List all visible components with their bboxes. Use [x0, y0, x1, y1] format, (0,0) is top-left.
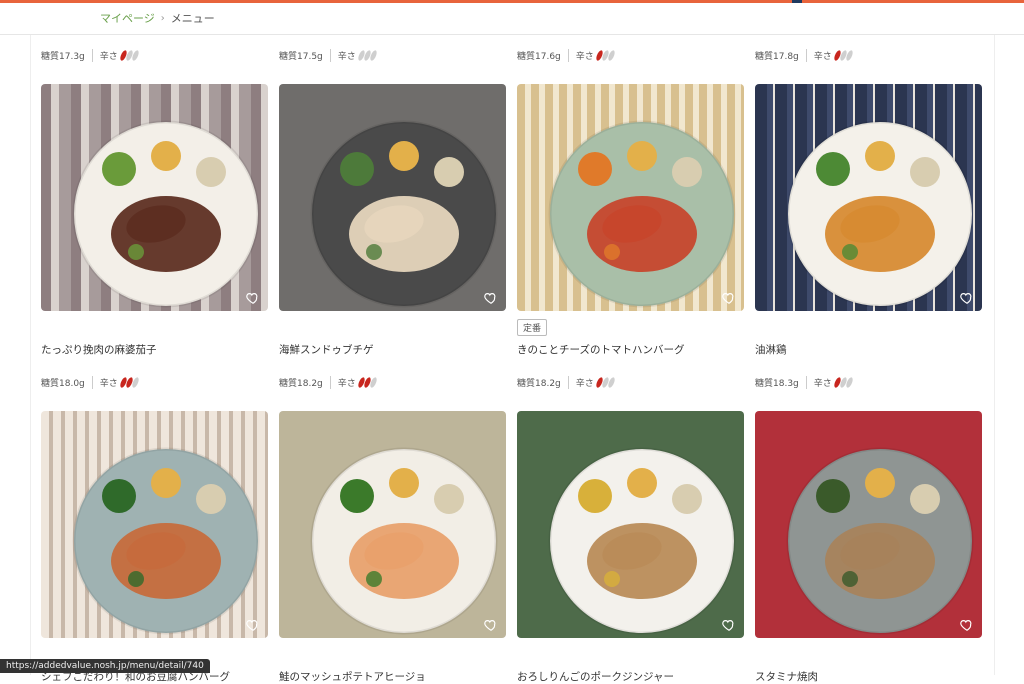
sugar-value: 糖質18.2g: [517, 375, 569, 389]
sugar-value: 糖質17.5g: [279, 48, 331, 62]
spice-label: 辛さ: [575, 51, 594, 62]
menu-card[interactable]: 糖質18.2g 辛さ おろしりんごのポークジンジャー: [517, 374, 745, 684]
spice-label: 辛さ: [337, 378, 356, 389]
favorite-heart-icon[interactable]: [722, 291, 736, 305]
favorite-heart-icon[interactable]: [960, 618, 974, 632]
top-bar-mark: [792, 0, 802, 3]
menu-name[interactable]: 油淋鶏: [755, 342, 787, 357]
spice-level: [357, 48, 378, 62]
top-accent-bar: [0, 0, 1024, 3]
spice-level: [119, 375, 140, 389]
menu-name[interactable]: スタミナ焼肉: [755, 669, 818, 684]
food-image: [548, 120, 736, 308]
menu-name[interactable]: おろしりんごのポークジンジャー: [517, 669, 674, 684]
menu-name[interactable]: 海鮮スンドゥブチゲ: [279, 342, 374, 357]
sugar-value: 糖質17.6g: [517, 48, 569, 62]
menu-meta: 糖質18.2g 辛さ: [279, 374, 378, 390]
spice-label: 辛さ: [337, 51, 356, 62]
favorite-heart-icon[interactable]: [722, 618, 736, 632]
menu-meta: 糖質18.0g 辛さ: [41, 374, 140, 390]
spice-level: [595, 48, 616, 62]
menu-meta: 糖質18.2g 辛さ: [517, 374, 616, 390]
favorite-heart-icon[interactable]: [484, 618, 498, 632]
favorite-heart-icon[interactable]: [246, 618, 260, 632]
spice-level: [833, 48, 854, 62]
spice-level: [357, 375, 378, 389]
spice-level: [595, 375, 616, 389]
menu-card[interactable]: 糖質18.3g 辛さ スタミナ焼肉: [755, 374, 983, 684]
menu-card[interactable]: 糖質18.2g 辛さ 鮭のマッシュポテトアヒージョ: [279, 374, 507, 684]
spice-level: [833, 375, 854, 389]
menu-card[interactable]: 糖質17.5g 辛さ 海鮮スンドゥブチゲ: [279, 47, 507, 357]
menu-photo[interactable]: [517, 411, 744, 638]
menu-meta: 糖質17.8g 辛さ: [755, 47, 854, 63]
food-image: [310, 447, 498, 635]
favorite-heart-icon[interactable]: [960, 291, 974, 305]
menu-meta: 糖質17.3g 辛さ: [41, 47, 140, 63]
status-bar-url: https://addedvalue.nosh.jp/menu/detail/7…: [0, 659, 210, 673]
menu-card[interactable]: 糖質18.0g 辛さ シェフこだわり！和のお豆腐ハンバーグ: [41, 374, 269, 684]
menu-card[interactable]: 糖質17.6g 辛さ 定番 きのことチーズのトマトハンバーグ: [517, 47, 745, 357]
spice-level: [119, 48, 140, 62]
favorite-heart-icon[interactable]: [246, 291, 260, 305]
menu-tag-badge: 定番: [517, 319, 548, 336]
menu-photo[interactable]: [41, 84, 268, 311]
food-image: [72, 447, 260, 635]
sugar-value: 糖質18.0g: [41, 375, 93, 389]
menu-photo[interactable]: [279, 411, 506, 638]
menu-photo[interactable]: [755, 84, 982, 311]
menu-meta: 糖質17.5g 辛さ: [279, 47, 378, 63]
food-image: [548, 447, 736, 635]
sugar-value: 糖質18.2g: [279, 375, 331, 389]
breadcrumb-mypage-link[interactable]: マイページ: [100, 10, 155, 26]
food-image: [72, 120, 260, 308]
menu-meta: 糖質18.3g 辛さ: [755, 374, 854, 390]
menu-name[interactable]: たっぷり挽肉の麻婆茄子: [41, 342, 157, 357]
sugar-value: 糖質18.3g: [755, 375, 807, 389]
menu-photo[interactable]: [517, 84, 744, 311]
sugar-value: 糖質17.8g: [755, 48, 807, 62]
spice-label: 辛さ: [813, 378, 832, 389]
breadcrumb: マイページ › メニュー: [100, 10, 215, 26]
spice-label: 辛さ: [99, 51, 118, 62]
breadcrumb-current: メニュー: [170, 12, 215, 25]
menu-card[interactable]: 糖質17.8g 辛さ 油淋鶏: [755, 47, 983, 357]
menu-name[interactable]: 鮭のマッシュポテトアヒージョ: [279, 669, 426, 684]
spice-label: 辛さ: [99, 378, 118, 389]
favorite-heart-icon[interactable]: [484, 291, 498, 305]
food-image: [310, 120, 498, 308]
menu-name[interactable]: きのことチーズのトマトハンバーグ: [517, 342, 684, 357]
menu-card[interactable]: 糖質17.3g 辛さ たっぷり挽肉の麻婆茄子: [41, 47, 269, 357]
spice-label: 辛さ: [575, 378, 594, 389]
food-image: [786, 120, 974, 308]
breadcrumb-chevron-icon: ›: [160, 12, 165, 24]
sugar-value: 糖質17.3g: [41, 48, 93, 62]
menu-photo[interactable]: [755, 411, 982, 638]
food-image: [786, 447, 974, 635]
spice-label: 辛さ: [813, 51, 832, 62]
menu-photo[interactable]: [279, 84, 506, 311]
menu-meta: 糖質17.6g 辛さ: [517, 47, 616, 63]
menu-photo[interactable]: [41, 411, 268, 638]
